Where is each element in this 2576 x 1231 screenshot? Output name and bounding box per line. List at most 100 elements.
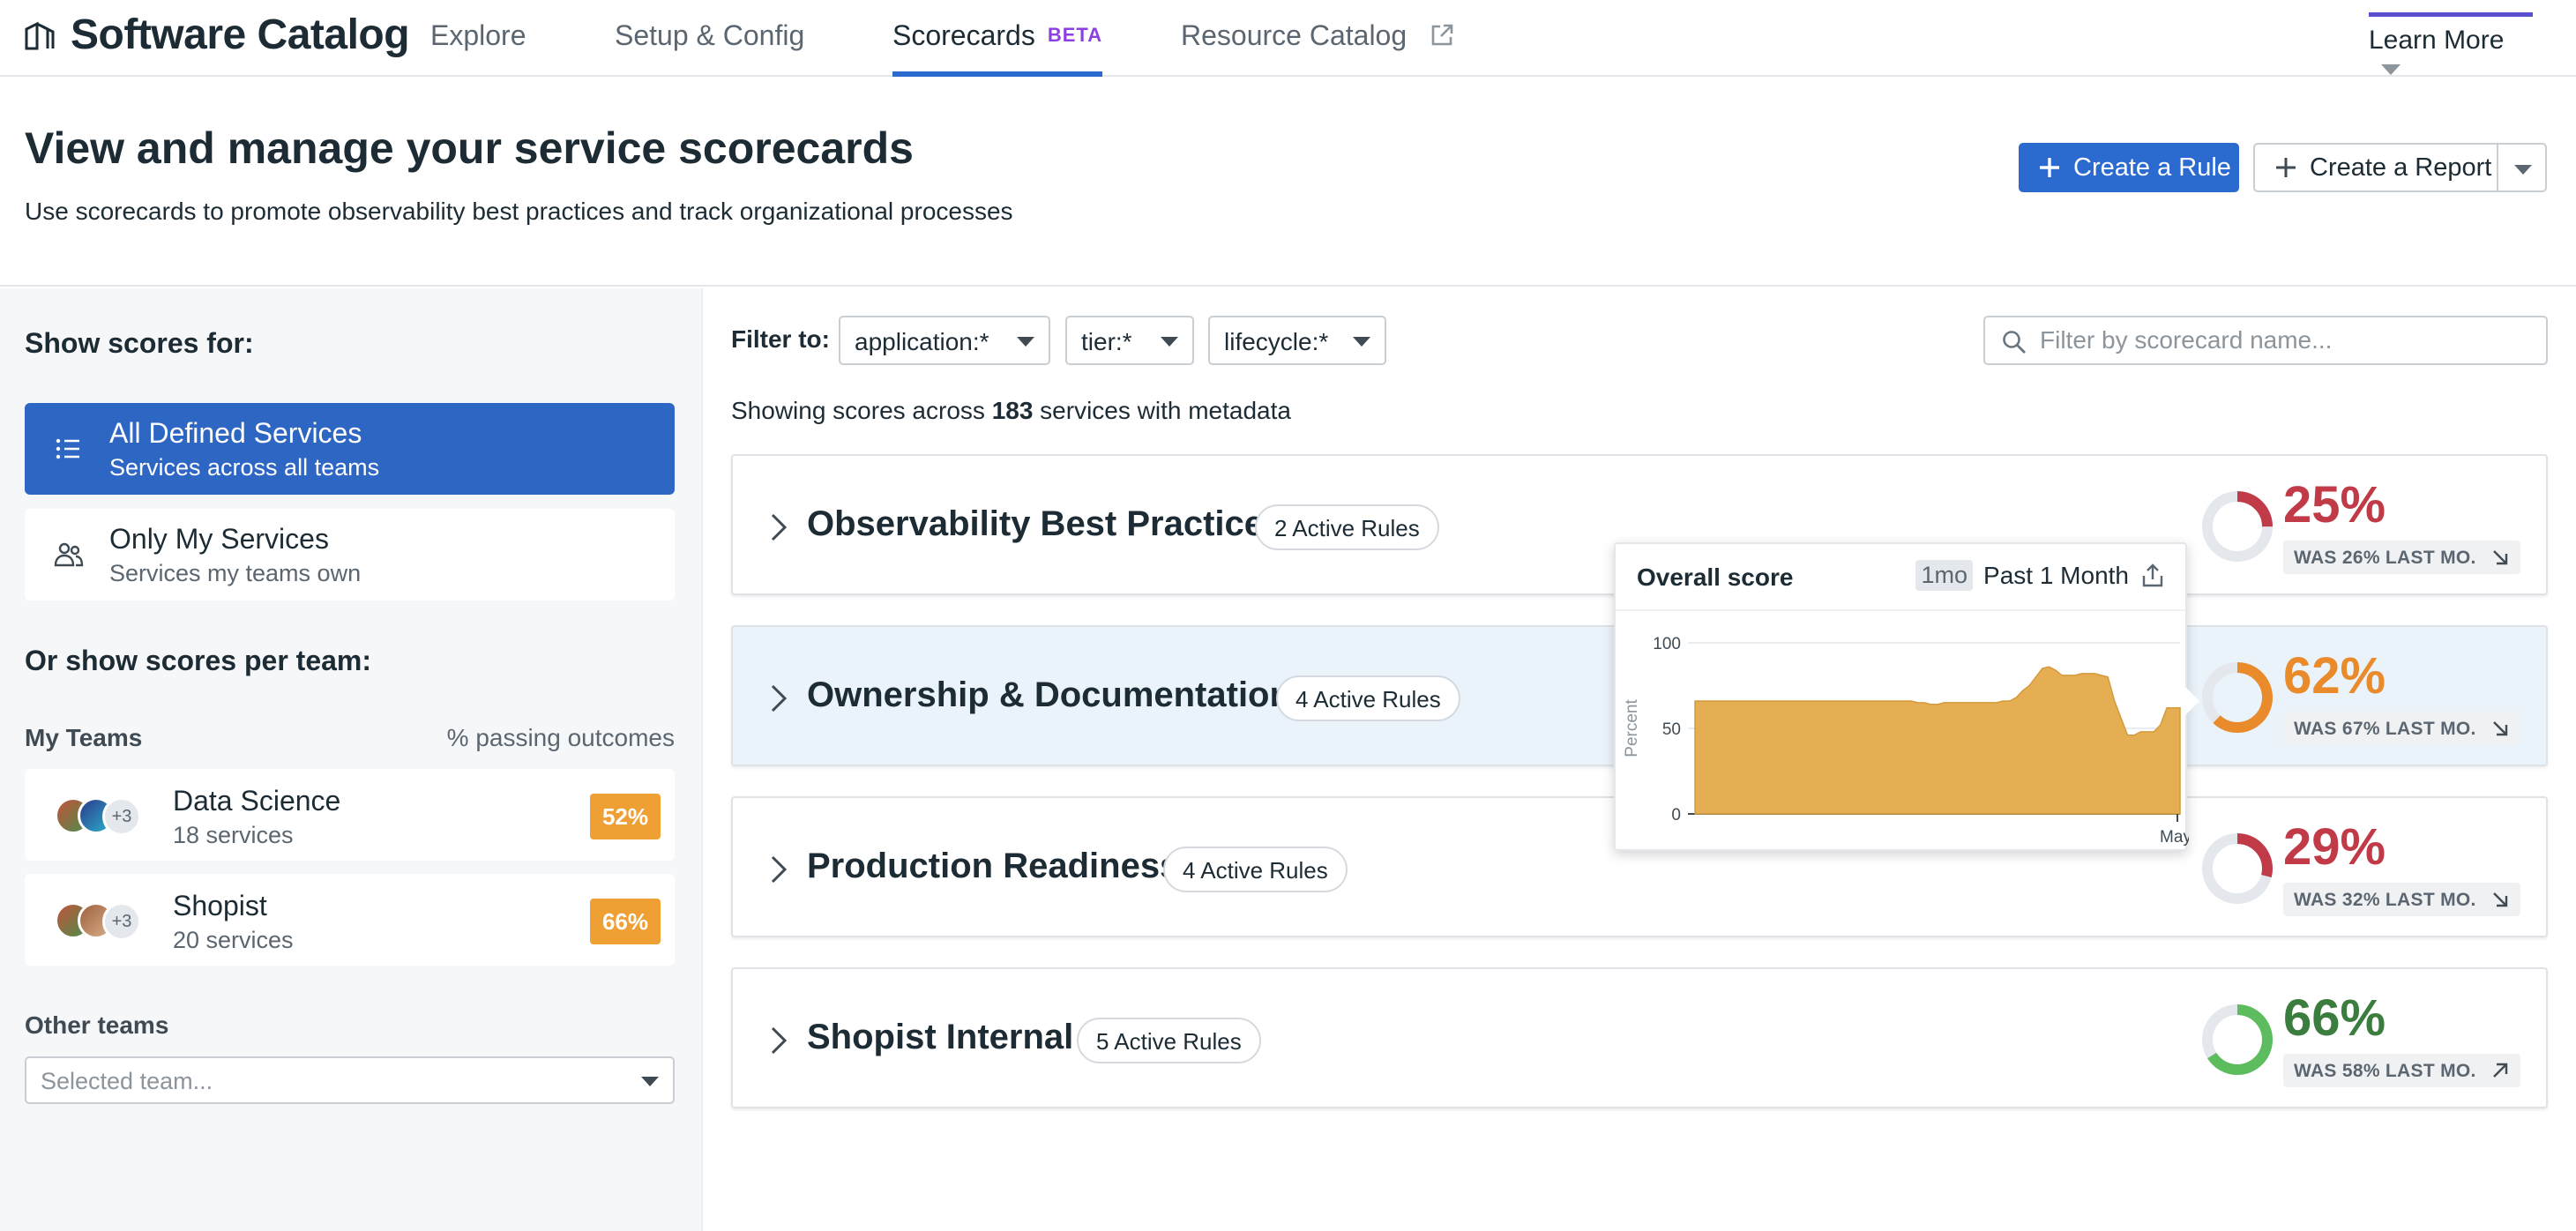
plus-icon: [2040, 158, 2059, 177]
create-rule-button[interactable]: Create a Rule: [2019, 143, 2239, 192]
chevron-right-icon[interactable]: [768, 512, 789, 542]
last-month-label: WAS 67% LAST MO.: [2294, 719, 2476, 739]
team-service-count: 20 services: [173, 927, 294, 953]
team-pct-badge: 66%: [590, 899, 661, 944]
summary-prefix: Showing scores across: [731, 397, 992, 424]
team-avatars: +3: [55, 797, 152, 836]
application-filter[interactable]: application:*: [839, 316, 1050, 365]
score-percent: 62%: [2283, 647, 2386, 705]
y-tick-label: 50: [1662, 720, 1681, 739]
passing-outcomes-label: % passing outcomes: [446, 724, 675, 751]
chevron-right-icon[interactable]: [768, 854, 789, 884]
tab-label: Scorecards: [892, 19, 1035, 51]
y-tick-label: 100: [1653, 635, 1681, 653]
tab-setup-config[interactable]: Setup & Config: [615, 19, 804, 77]
active-rules-pill[interactable]: 4 Active Rules: [1276, 675, 1460, 721]
chevron-right-icon[interactable]: [768, 1026, 789, 1056]
overall-score-chart: Percent 100 50 0 May: [1623, 635, 2189, 847]
search-input[interactable]: [2040, 325, 2534, 356]
score-percent: 25%: [2283, 476, 2386, 533]
summary-suffix: services with metadata: [1033, 397, 1291, 424]
app-title: Software Catalog: [71, 11, 410, 58]
arrow-down-right-icon: [2492, 550, 2508, 565]
team-avatars: +3: [55, 902, 152, 941]
chevron-down-icon: [641, 1077, 659, 1086]
create-report-menu-button[interactable]: [2497, 143, 2547, 192]
page-title: View and manage your service scorecards: [25, 123, 914, 173]
active-rules-pill[interactable]: 4 Active Rules: [1163, 847, 1348, 892]
scope-subtitle: Services across all teams: [109, 454, 380, 481]
my-teams-label: My Teams: [25, 724, 143, 751]
tab-label: Resource Catalog: [1181, 19, 1407, 51]
team-row-data-science[interactable]: +3 Data Science 18 services 52%: [25, 769, 675, 861]
tab-resource-catalog[interactable]: Resource Catalog: [1181, 19, 1455, 77]
team-pct-badge: 52%: [590, 794, 661, 839]
scorecard-shopist-internal[interactable]: Shopist Internal 5 Active Rules 66% WAS …: [731, 967, 2548, 1108]
score-percent: 29%: [2283, 818, 2386, 876]
teams-header: My Teams % passing outcomes: [25, 724, 675, 752]
team-select[interactable]: Selected team...: [25, 1056, 675, 1104]
create-rule-label: Create a Rule: [2073, 153, 2231, 182]
tab-label: Explore: [430, 19, 526, 51]
active-rules-pill[interactable]: 5 Active Rules: [1077, 1018, 1261, 1063]
last-month-label: WAS 32% LAST MO.: [2294, 890, 2476, 910]
arrow-down-right-icon: [2492, 721, 2508, 736]
scope-subtitle: Services my teams own: [109, 560, 362, 586]
tier-filter-value: tier:*: [1081, 328, 1132, 355]
time-range-label: Past 1 Month: [1983, 561, 2129, 589]
team-row-shopist[interactable]: +3 Shopist 20 services 66%: [25, 874, 675, 966]
scope-only-my-services[interactable]: Only My Services Services my teams own: [25, 509, 675, 601]
score-area: [1694, 666, 2181, 815]
tab-explore[interactable]: Explore: [430, 19, 526, 77]
services-count: 183: [991, 397, 1034, 424]
beta-badge: BETA: [1047, 24, 1103, 46]
chevron-down-icon: [2381, 64, 2401, 75]
catalog-icon: [25, 21, 55, 49]
scorecard-title: Observability Best Practices: [807, 504, 1284, 543]
last-month-label: WAS 58% LAST MO.: [2294, 1061, 2476, 1081]
per-team-heading: Or show scores per team:: [25, 645, 372, 676]
avatar-more: +3: [102, 902, 141, 941]
page-subtitle: Use scorecards to promote observability …: [25, 198, 1013, 225]
other-teams-label: Other teams: [25, 1011, 169, 1039]
score-donut: [2202, 833, 2273, 904]
score-donut: [2202, 1004, 2273, 1075]
services-summary: Showing scores across 183 services with …: [731, 397, 1291, 425]
scorecard-title: Production Readiness: [807, 847, 1180, 885]
learn-more-dropdown[interactable]: Learn More: [2369, 12, 2533, 75]
scope-title: All Defined Services: [109, 417, 362, 449]
tab-scorecards[interactable]: Scorecards BETA: [892, 19, 1103, 77]
learn-more-label: Learn More: [2369, 26, 2505, 55]
active-rules-pill[interactable]: 2 Active Rules: [1255, 504, 1439, 550]
chevron-down-icon: [1017, 337, 1034, 347]
team-service-count: 18 services: [173, 822, 294, 848]
sidebar: Show scores for: All Defined Services Se…: [0, 288, 703, 1231]
brand[interactable]: Software Catalog: [23, 11, 410, 59]
chevron-down-icon: [1353, 337, 1370, 347]
show-scores-heading: Show scores for:: [25, 327, 254, 359]
team-name: Shopist: [173, 890, 267, 921]
tier-filter[interactable]: tier:*: [1065, 316, 1194, 365]
avatar-more: +3: [102, 797, 141, 836]
scorecard-title: Shopist Internal: [807, 1018, 1074, 1056]
scope-all-defined-services[interactable]: All Defined Services Services across all…: [25, 403, 675, 495]
scorecard-search[interactable]: [1983, 316, 2548, 365]
last-month-score: WAS 58% LAST MO.: [2283, 1054, 2520, 1087]
y-tick-label: 0: [1671, 806, 1681, 824]
last-month-label: WAS 26% LAST MO.: [2294, 548, 2476, 568]
last-month-score: WAS 26% LAST MO.: [2283, 541, 2520, 574]
application-filter-value: application:*: [855, 328, 989, 355]
team-select-placeholder: Selected team...: [41, 1068, 213, 1094]
create-report-button[interactable]: Create a Report: [2253, 143, 2498, 192]
lifecycle-filter-value: lifecycle:*: [1224, 328, 1329, 355]
overall-score-tooltip: Overall score 1mo Past 1 Month Percent 1…: [1614, 542, 2199, 851]
chevron-right-icon[interactable]: [768, 683, 789, 713]
list-icon: [56, 438, 79, 459]
score-percent: 66%: [2283, 989, 2386, 1047]
scorecard-title: Ownership & Documentation: [807, 675, 1291, 714]
score-donut: [2202, 491, 2273, 562]
lifecycle-filter[interactable]: lifecycle:*: [1208, 316, 1386, 365]
scope-title: Only My Services: [109, 523, 329, 555]
time-range[interactable]: 1mo Past 1 Month: [1915, 560, 2166, 591]
export-icon[interactable]: [2139, 563, 2166, 589]
